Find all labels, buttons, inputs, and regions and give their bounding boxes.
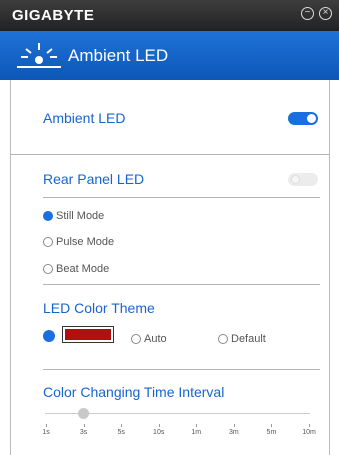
auto-label: Auto (144, 333, 167, 345)
toggle-knob (291, 175, 300, 184)
page-title: Ambient LED (68, 46, 169, 65)
slider-tick (83, 424, 85, 427)
slider-tick-label: 10m (302, 429, 316, 436)
close-icon[interactable]: × (319, 7, 332, 20)
toggle-knob (307, 114, 316, 123)
default-option[interactable]: Default (218, 333, 266, 345)
title-bar: GIGABYTE − × (0, 0, 339, 31)
radio-icon (43, 237, 53, 247)
still-mode-label: Still Mode (56, 210, 105, 222)
rear-panel-led-label: Rear Panel LED (43, 171, 145, 187)
default-label: Default (231, 333, 266, 345)
slider-tick (271, 424, 273, 427)
slider-tick (196, 424, 198, 427)
slider-tick (46, 424, 47, 427)
still-mode-option[interactable]: Still Mode (43, 210, 104, 222)
beat-mode-label: Beat Mode (56, 263, 110, 275)
slider-tick-label: 3m (228, 429, 239, 436)
slider-tick-label: 10s (153, 429, 165, 436)
auto-option[interactable]: Auto (131, 333, 167, 345)
slider-tick (309, 424, 310, 427)
pulse-mode-option[interactable]: Pulse Mode (43, 236, 114, 248)
ambient-led-toggle[interactable] (288, 112, 318, 125)
brand-logo: GIGABYTE (12, 7, 95, 24)
color-swatch (65, 329, 111, 340)
slider-tick-label: 5m (266, 429, 277, 436)
radio-icon (218, 334, 228, 344)
slider-tick-label: 1s (42, 429, 50, 436)
ambient-led-label: Ambient LED (43, 110, 126, 126)
slider-tick-label: 1m (191, 429, 202, 436)
color-swatch-button[interactable] (62, 326, 114, 343)
pulse-mode-label: Pulse Mode (56, 236, 115, 248)
interval-label: Color Changing Time Interval (43, 384, 225, 400)
slider-tick (233, 424, 235, 427)
radio-selected-icon (43, 211, 53, 221)
ambient-led-window: GIGABYTE − × Ambient LED Ambient LED Rea… (0, 0, 339, 455)
led-light-icon (17, 43, 61, 68)
section-divider (43, 197, 320, 198)
slider-tick (158, 424, 160, 427)
minimize-icon[interactable]: − (301, 7, 314, 20)
section-divider (10, 154, 330, 155)
slider-tick-label: 3s (79, 429, 88, 436)
custom-color-radio[interactable] (43, 330, 55, 342)
page-header: Ambient LED (0, 31, 339, 80)
beat-mode-option[interactable]: Beat Mode (43, 263, 109, 275)
led-color-theme-label: LED Color Theme (43, 300, 155, 316)
radio-icon (43, 264, 53, 274)
section-divider (43, 369, 320, 370)
slider-tick (121, 424, 123, 427)
rear-panel-led-toggle[interactable] (288, 173, 318, 186)
slider-tick-label: 5s (117, 429, 125, 436)
radio-icon (131, 334, 141, 344)
interval-slider-thumb[interactable] (78, 408, 90, 419)
section-divider (43, 284, 320, 285)
